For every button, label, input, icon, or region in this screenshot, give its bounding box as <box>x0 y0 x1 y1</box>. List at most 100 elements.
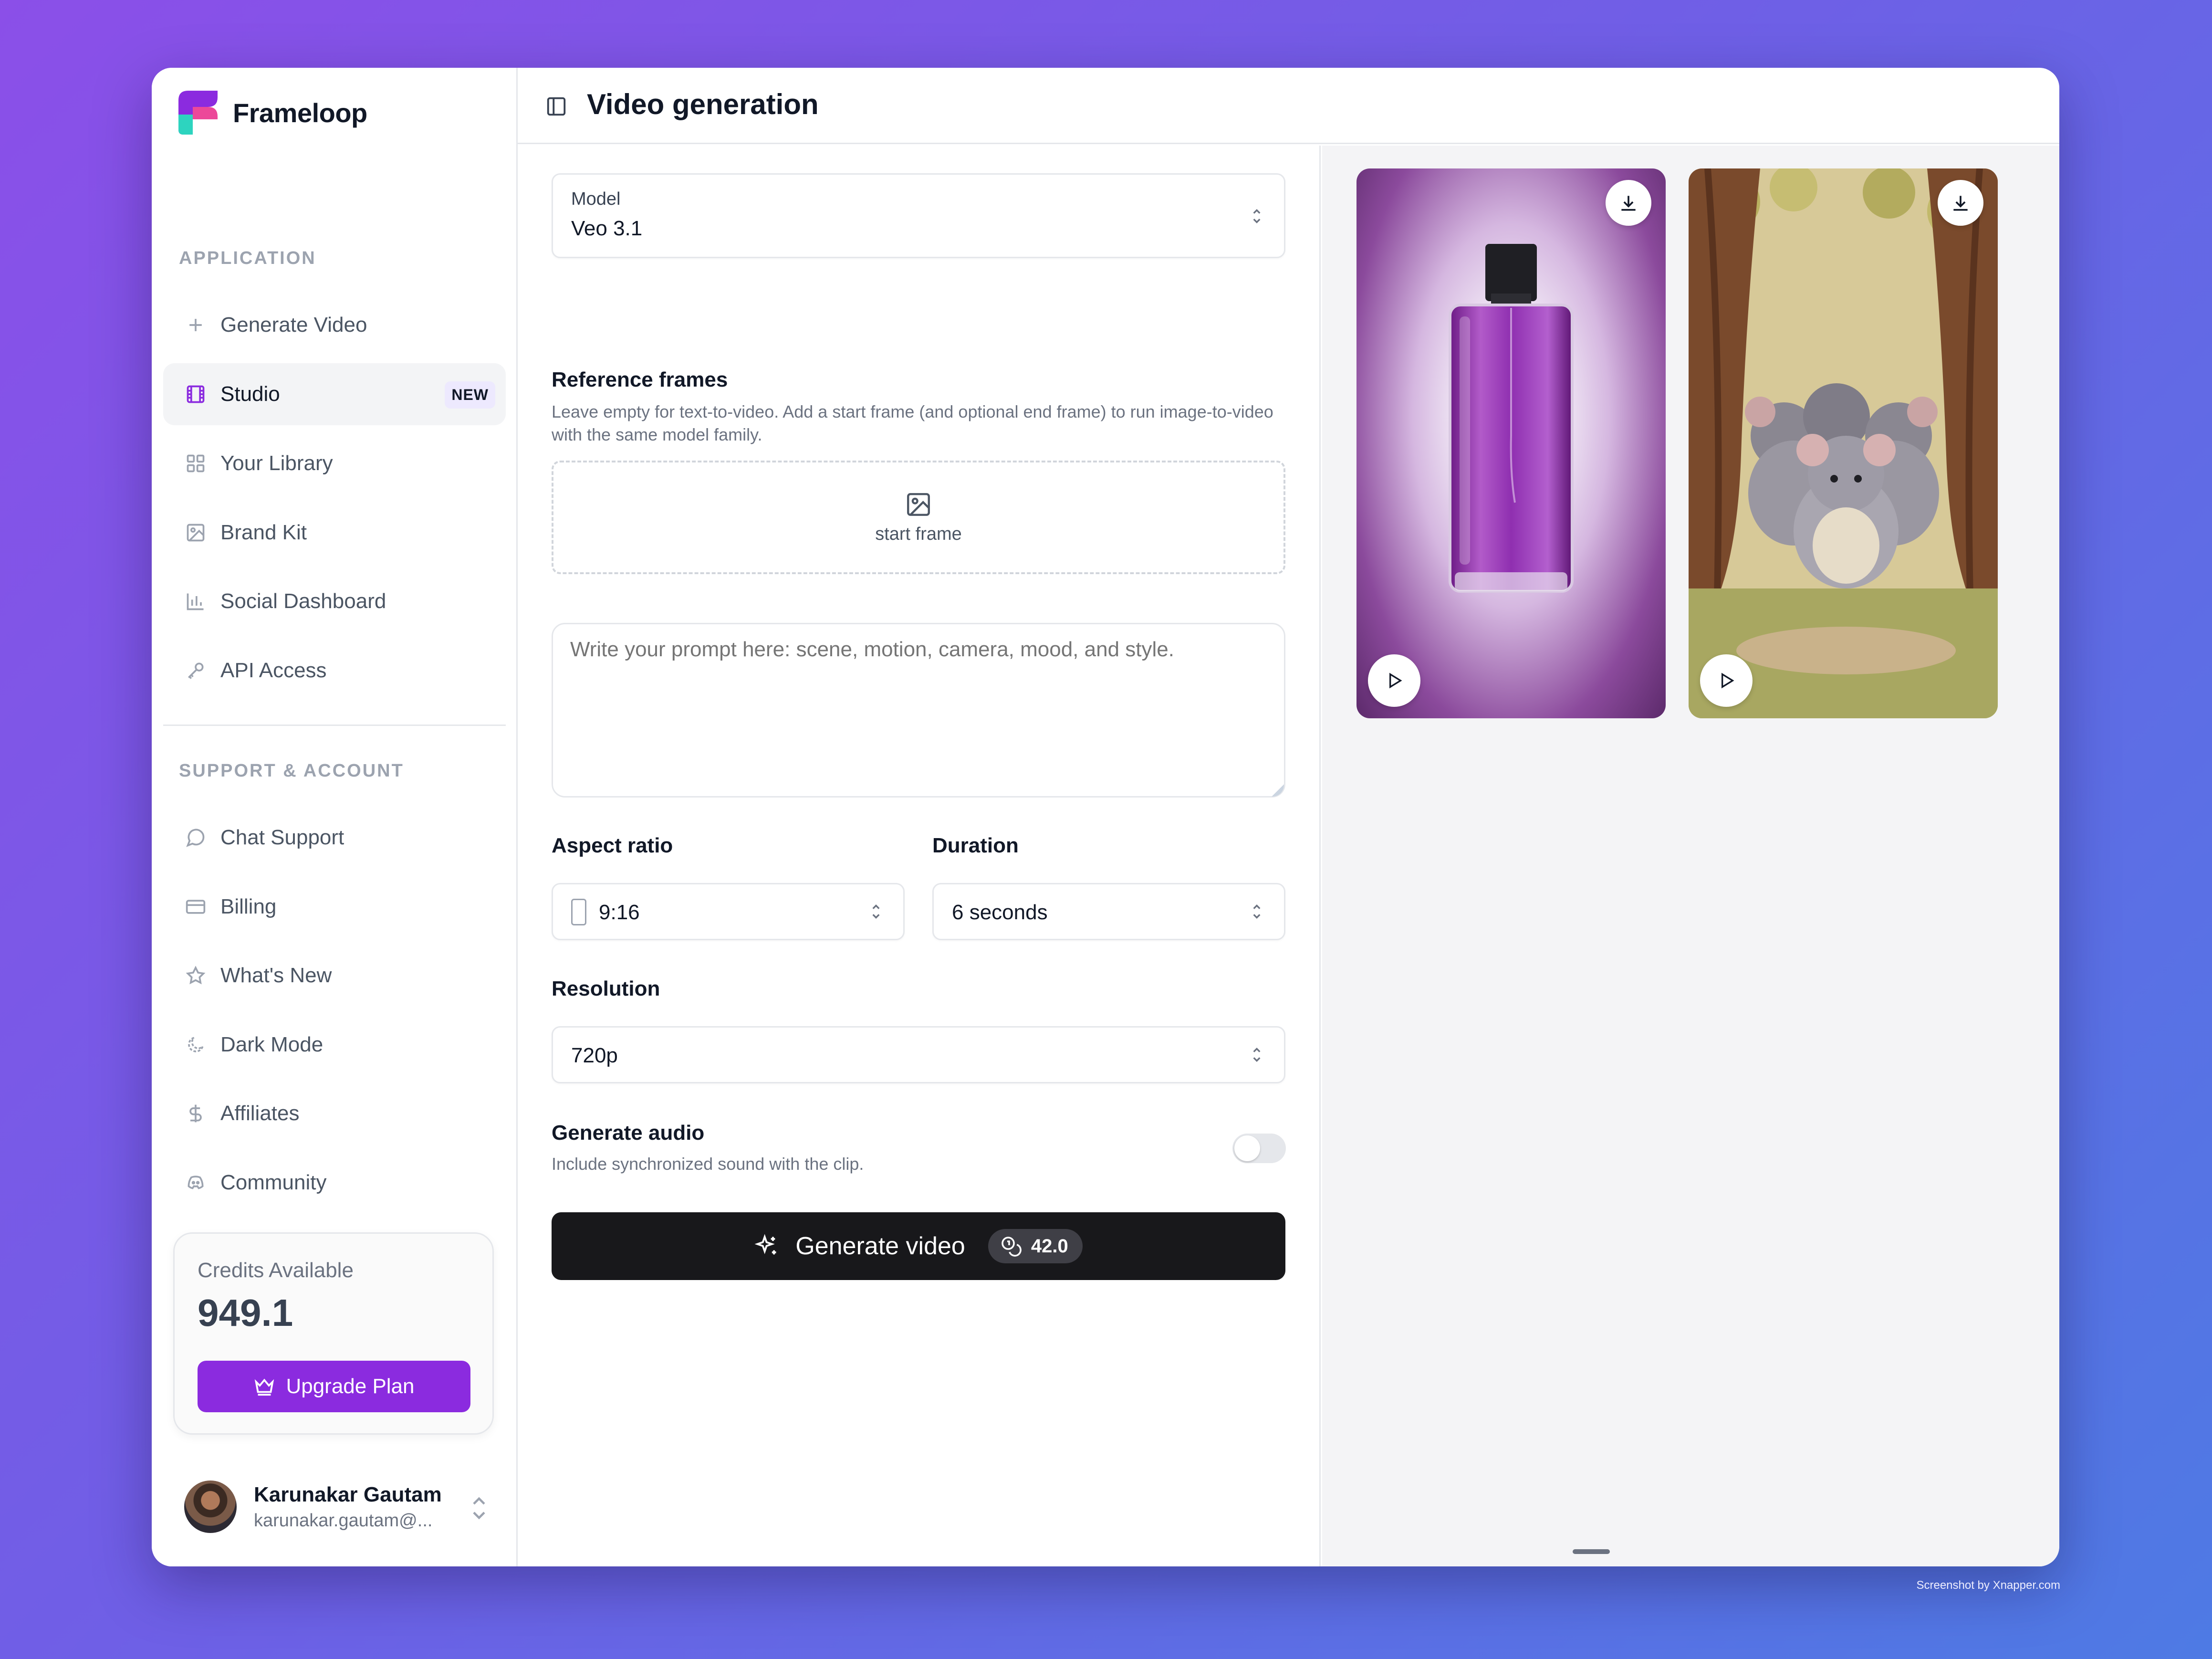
sidebar-item-community[interactable]: Community <box>163 1152 506 1214</box>
resolution-value: 720p <box>571 1044 618 1067</box>
coins-icon <box>1002 1237 1022 1257</box>
user-email: karunakar.gautam@... <box>254 1510 433 1531</box>
mice-in-tree-image <box>1689 168 1998 718</box>
sidebar-item-dark-mode[interactable]: Dark Mode <box>163 1014 506 1076</box>
credits-value: 949.1 <box>198 1292 293 1334</box>
app-window: Frameloop APPLICATION Generate Video Stu… <box>152 68 2059 1566</box>
sidebar-item-label: Dark Mode <box>220 1033 323 1056</box>
download-button[interactable] <box>1606 180 1651 226</box>
duration-label: Duration <box>932 834 1019 857</box>
section-label-application: APPLICATION <box>179 248 316 268</box>
chevron-up-down-icon <box>1253 904 1261 919</box>
sidebar-item-affiliates[interactable]: Affiliates <box>163 1082 506 1144</box>
generate-video-button[interactable]: Generate video 42.0 <box>552 1212 1285 1280</box>
panel-drag-handle[interactable] <box>1573 1549 1610 1554</box>
new-badge: NEW <box>445 381 495 409</box>
credits-label: Credits Available <box>198 1259 354 1282</box>
avatar <box>184 1480 237 1533</box>
plus-icon <box>185 315 206 336</box>
perfume-bottle-image <box>1449 244 1574 593</box>
sidebar-item-label: Community <box>220 1171 327 1194</box>
portrait-ratio-icon <box>571 899 586 925</box>
sidebar-item-social-dashboard[interactable]: Social Dashboard <box>163 570 506 632</box>
section-label-support: SUPPORT & ACCOUNT <box>179 761 404 781</box>
toggle-knob <box>1234 1135 1260 1161</box>
sidebar-item-billing[interactable]: Billing <box>163 876 506 938</box>
sidebar-item-label: What's New <box>220 964 332 987</box>
model-label: Model <box>571 189 621 209</box>
generate-audio-toggle[interactable] <box>1232 1134 1286 1163</box>
sidebar-item-generate-video[interactable]: Generate Video <box>163 294 506 356</box>
sidebar-item-label: Brand Kit <box>220 521 307 544</box>
start-frame-dropzone[interactable]: start frame <box>552 461 1285 574</box>
upgrade-plan-button[interactable]: Upgrade Plan <box>198 1361 470 1412</box>
sidebar-item-label: Billing <box>220 895 277 918</box>
play-button[interactable] <box>1700 654 1753 707</box>
star-icon <box>185 965 206 986</box>
reference-frames-title: Reference frames <box>552 368 728 391</box>
generate-video-label: Generate video <box>795 1232 965 1260</box>
brand[interactable]: Frameloop <box>178 91 367 135</box>
aspect-ratio-label: Aspect ratio <box>552 834 673 857</box>
textarea-resize-handle[interactable] <box>1272 784 1284 797</box>
page-title: Video generation <box>587 88 819 120</box>
image-upload-icon <box>907 493 930 516</box>
sidebar-item-label: Chat Support <box>220 826 344 849</box>
chat-icon <box>185 827 206 848</box>
play-icon <box>1389 672 1402 689</box>
chevron-up-down-icon <box>1253 209 1261 223</box>
generation-form: Model Veo 3.1 Reference frames Leave emp… <box>518 146 1321 1566</box>
sidebar-item-your-library[interactable]: Your Library <box>163 432 506 494</box>
duration-value: 6 seconds <box>952 901 1048 924</box>
credit-cost-badge: 42.0 <box>988 1229 1083 1263</box>
sidebar-item-label: Studio <box>220 382 280 406</box>
dollar-icon <box>185 1103 206 1124</box>
reference-frames-help: Leave empty for text-to-video. Add a sta… <box>552 402 1273 444</box>
prompt-input[interactable] <box>552 623 1285 798</box>
user-name: Karunakar Gautam <box>254 1482 442 1506</box>
sidebar-item-label: Your Library <box>220 452 333 475</box>
play-button[interactable] <box>1368 654 1420 707</box>
model-value: Veo 3.1 <box>571 217 643 240</box>
resolution-label: Resolution <box>552 977 660 1000</box>
sidebar-item-label: API Access <box>220 659 327 682</box>
sidebar-item-studio[interactable]: Studio NEW <box>163 363 506 425</box>
video-card-perfume[interactable] <box>1356 168 1666 718</box>
screenshot-credit: Screenshot by Xnapper.com <box>1916 1579 2060 1592</box>
video-card-mice[interactable] <box>1689 168 1998 718</box>
download-icon <box>1953 196 1968 211</box>
sidebar-item-label: Generate Video <box>220 313 367 336</box>
film-icon <box>185 384 206 405</box>
download-button[interactable] <box>1938 180 1983 226</box>
generate-audio-help: Include synchronized sound with the clip… <box>552 1154 864 1174</box>
start-frame-label: start frame <box>875 524 962 544</box>
bar-chart-icon <box>185 591 206 612</box>
video-gallery <box>1322 146 2059 1566</box>
sidebar-item-brand-kit[interactable]: Brand Kit <box>163 502 506 564</box>
resolution-select[interactable]: 720p <box>552 1026 1285 1083</box>
sidebar-item-chat-support[interactable]: Chat Support <box>163 807 506 869</box>
sidebar-item-api-access[interactable]: API Access <box>163 640 506 702</box>
grid-icon <box>185 453 206 474</box>
user-menu[interactable]: Karunakar Gautam karunakar.gautam@... <box>184 1480 490 1533</box>
generate-audio-label: Generate audio <box>552 1121 705 1144</box>
model-select[interactable]: Model Veo 3.1 <box>552 173 1285 258</box>
sidebar: Frameloop APPLICATION Generate Video Stu… <box>152 68 518 1566</box>
aspect-ratio-value: 9:16 <box>599 901 640 924</box>
app-name: Frameloop <box>233 97 367 128</box>
chevron-up-down-icon <box>872 904 880 919</box>
download-icon <box>1621 196 1636 211</box>
chevron-up-down-icon <box>473 1497 485 1520</box>
image-icon <box>185 522 206 543</box>
sidebar-toggle-icon[interactable] <box>545 95 567 117</box>
sidebar-item-whats-new[interactable]: What's New <box>163 945 506 1007</box>
play-icon <box>1722 672 1734 689</box>
duration-select[interactable]: 6 seconds <box>932 883 1285 940</box>
credit-cost-value: 42.0 <box>1031 1235 1068 1257</box>
frameloop-logo <box>178 91 218 135</box>
chevron-up-down-icon <box>1253 1048 1261 1062</box>
key-icon <box>185 660 206 681</box>
upgrade-plan-label: Upgrade Plan <box>286 1375 415 1398</box>
aspect-ratio-select[interactable]: 9:16 <box>552 883 905 940</box>
credits-card: Credits Available 949.1 Upgrade Plan <box>173 1232 494 1435</box>
